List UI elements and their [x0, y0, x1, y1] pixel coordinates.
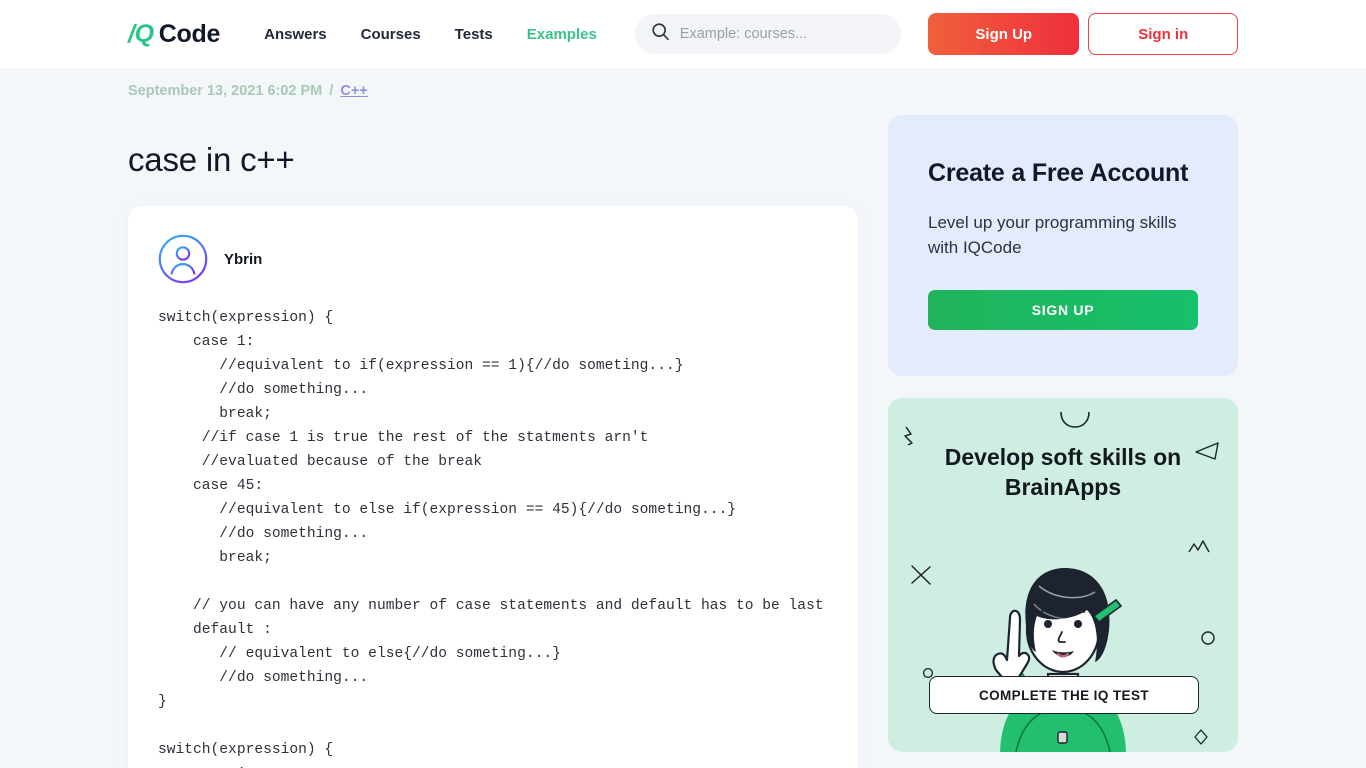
- page-body: September 13, 2021 6:02 PM / C++ case in…: [0, 68, 1366, 768]
- sidebar-sign-up-button[interactable]: SIGN UP: [928, 290, 1198, 330]
- sidebar: Create a Free Account Level up your prog…: [888, 68, 1238, 752]
- nav-item-courses[interactable]: Courses: [361, 26, 421, 43]
- page-title: case in c++: [128, 141, 295, 178]
- logo-mark: /Q: [128, 19, 154, 48]
- author-row: Ybrin: [158, 234, 828, 284]
- sign-in-button[interactable]: Sign in: [1088, 13, 1238, 55]
- logo[interactable]: /Q Code: [128, 20, 220, 49]
- create-account-title: Create a Free Account: [928, 159, 1189, 187]
- search-icon: [651, 22, 670, 46]
- create-account-card: Create a Free Account Level up your prog…: [888, 115, 1238, 376]
- code-snippet[interactable]: switch(expression) { case 1: //equivalen…: [158, 306, 828, 768]
- language-tag-link[interactable]: C++: [340, 83, 367, 99]
- create-account-subtitle: Level up your programming skills with IQ…: [928, 213, 1177, 257]
- woman-pointing-illustration: [938, 546, 1188, 752]
- main-nav: Answers Courses Tests Examples: [264, 26, 597, 43]
- circle-doodle-icon: [1200, 630, 1216, 651]
- arc-doodle-icon: [1058, 410, 1092, 435]
- logo-word: Code: [158, 19, 221, 48]
- author-name: Ybrin: [224, 250, 263, 268]
- ad-title: Develop soft skills on BrainApps: [944, 444, 1182, 500]
- zigzag-doodle-small-icon: [1187, 538, 1213, 565]
- main-column: September 13, 2021 6:02 PM / C++ case in…: [128, 68, 858, 768]
- nav-item-answers[interactable]: Answers: [264, 26, 327, 43]
- sign-up-button[interactable]: Sign Up: [928, 13, 1080, 55]
- brainapps-ad-card[interactable]: Develop soft skills on BrainApps COMPLET…: [888, 398, 1238, 752]
- meta-separator: /: [329, 83, 334, 99]
- user-avatar-icon: [158, 234, 208, 284]
- cross-doodle-icon: [908, 562, 934, 593]
- search-input[interactable]: [679, 26, 885, 42]
- nav-item-tests[interactable]: Tests: [455, 26, 493, 43]
- diamond-doodle-icon: [1192, 728, 1210, 751]
- search-box[interactable]: [634, 14, 901, 54]
- answer-card: Ybrin switch(expression) { case 1: //equ…: [128, 206, 858, 768]
- complete-iq-test-button[interactable]: COMPLETE THE IQ TEST: [929, 676, 1199, 714]
- post-meta: September 13, 2021 6:02 PM / C++: [128, 68, 858, 99]
- post-date: September 13, 2021 6:02 PM: [128, 83, 323, 99]
- nav-item-examples[interactable]: Examples: [527, 26, 597, 43]
- site-header: /Q Code Answers Courses Tests Examples S…: [0, 0, 1366, 68]
